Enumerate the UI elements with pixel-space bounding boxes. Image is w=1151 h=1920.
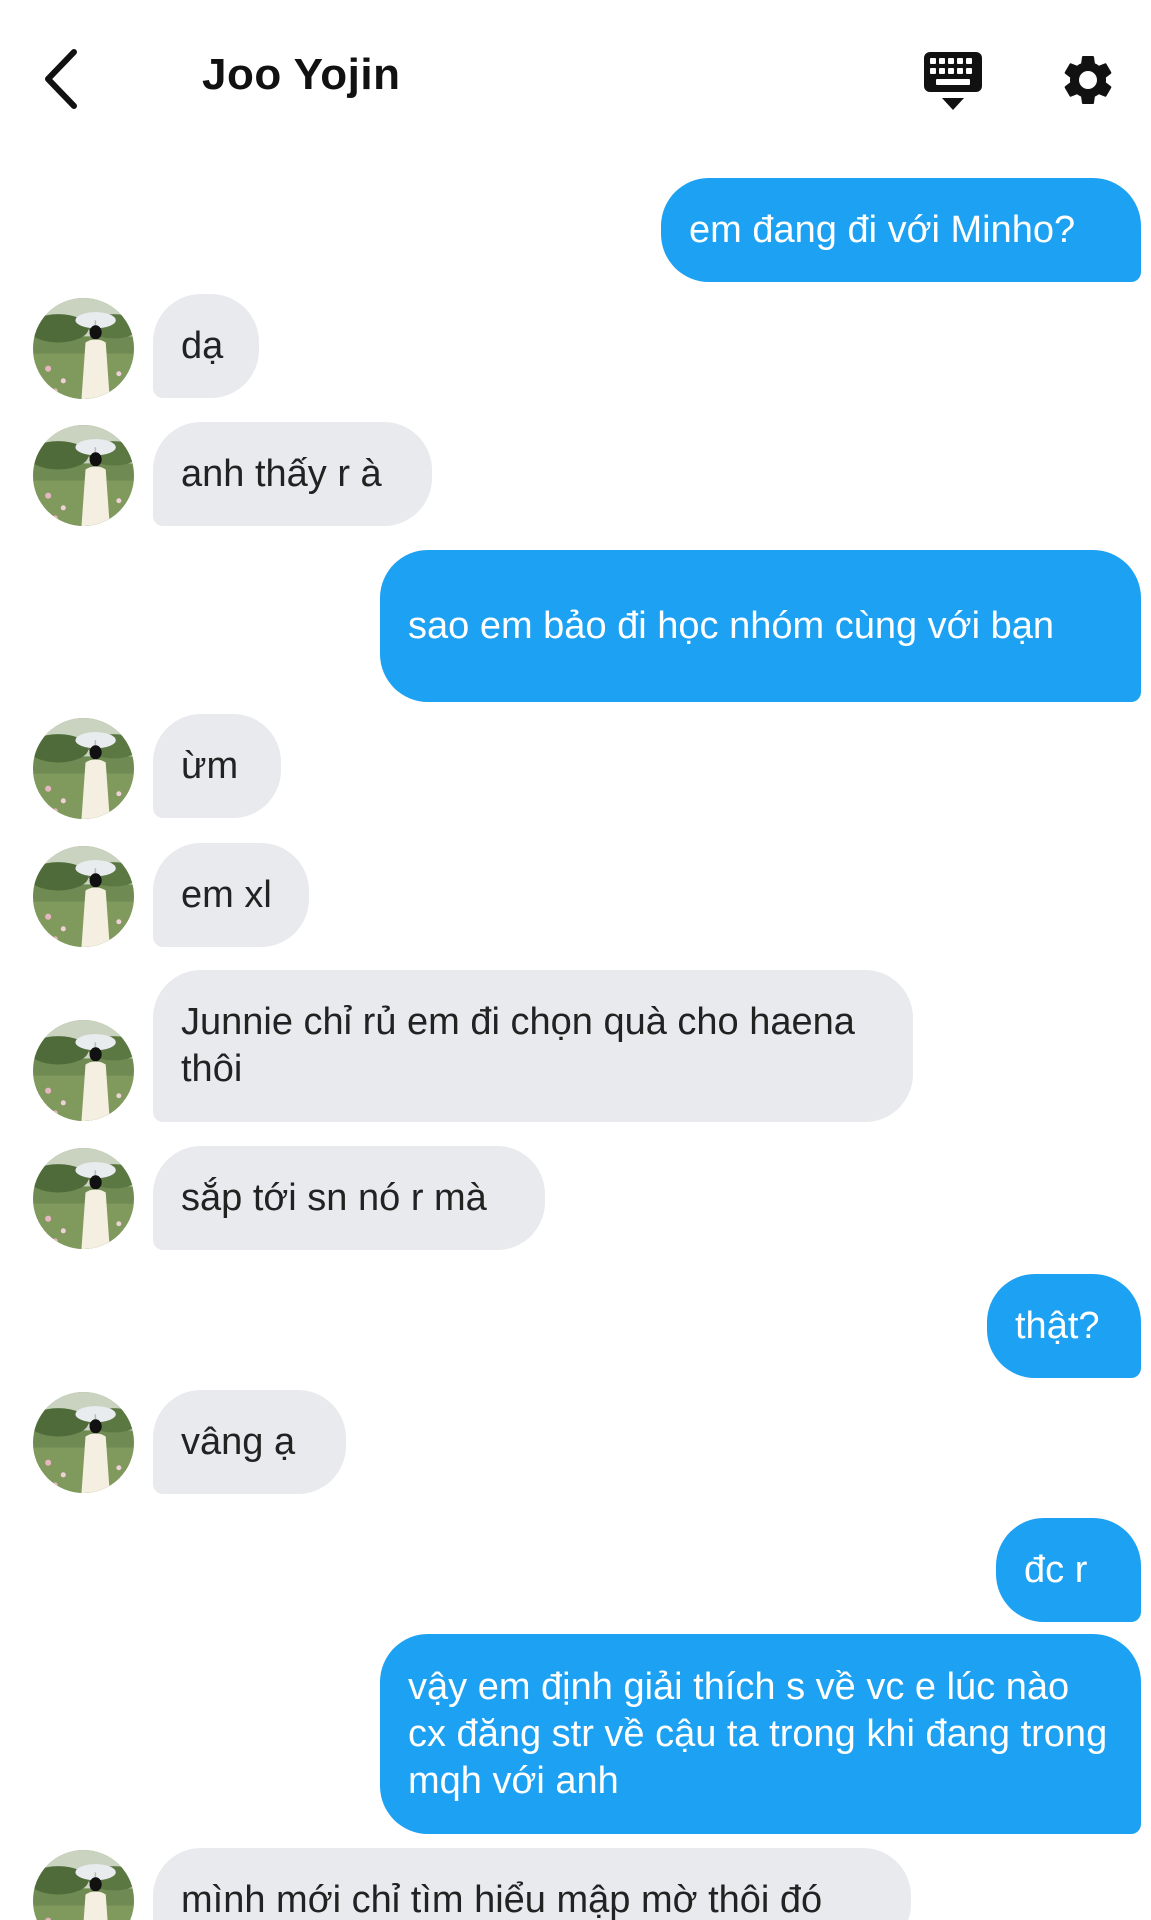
message-text: Junnie chỉ rủ em đi chọn quà cho haena t…: [181, 1001, 855, 1090]
avatar[interactable]: [33, 1850, 134, 1920]
avatar-image: [33, 1392, 134, 1493]
message-text: vậy em định giải thích s về vc e lúc nào…: [408, 1665, 1108, 1802]
message-text: anh thấy r à: [181, 452, 382, 495]
avatar-image: [33, 1850, 134, 1920]
chevron-left-icon: [45, 49, 77, 109]
avatar-image: [33, 1020, 134, 1121]
message-text: mình mới chỉ tìm hiểu mập mờ thôi đó: [181, 1878, 823, 1920]
message-text: em đang đi với Minho?: [689, 208, 1076, 251]
avatar[interactable]: [33, 298, 134, 399]
outgoing-message[interactable]: đc r: [996, 1518, 1141, 1622]
outgoing-message[interactable]: thật?: [987, 1274, 1141, 1378]
chat-header: Joo Yojin: [0, 0, 1151, 160]
avatar-image: [33, 1148, 134, 1249]
contact-name: Joo Yojin: [202, 50, 401, 99]
outgoing-message[interactable]: vậy em định giải thích s về vc e lúc nào…: [380, 1634, 1141, 1834]
outgoing-message[interactable]: sao em bảo đi học nhóm cùng với bạn: [380, 550, 1141, 702]
avatar[interactable]: [33, 846, 134, 947]
back-button[interactable]: [38, 44, 88, 114]
message-text: sao em bảo đi học nhóm cùng với bạn: [408, 604, 1054, 647]
incoming-message[interactable]: dạ: [153, 294, 259, 398]
message-text: đc r: [1024, 1548, 1088, 1591]
incoming-message[interactable]: em xl: [153, 843, 309, 947]
avatar[interactable]: [33, 1392, 134, 1493]
message-text: dạ: [181, 324, 224, 367]
incoming-message[interactable]: mình mới chỉ tìm hiểu mập mờ thôi đó: [153, 1848, 911, 1920]
incoming-message[interactable]: sắp tới sn nó r mà: [153, 1146, 545, 1250]
message-text: thật?: [1015, 1304, 1100, 1347]
message-text: vâng ạ: [181, 1420, 296, 1463]
incoming-message[interactable]: anh thấy r à: [153, 422, 432, 526]
avatar[interactable]: [33, 425, 134, 526]
avatar-image: [33, 425, 134, 526]
message-text: ừm: [181, 744, 239, 787]
avatar-image: [33, 298, 134, 399]
avatar[interactable]: [33, 1148, 134, 1249]
message-text: em xl: [181, 873, 272, 916]
avatar-image: [33, 718, 134, 819]
keyboard-icon: [924, 52, 982, 110]
avatar[interactable]: [33, 1020, 134, 1121]
gear-icon: [1064, 55, 1112, 104]
incoming-message[interactable]: vâng ạ: [153, 1390, 346, 1494]
incoming-message[interactable]: Junnie chỉ rủ em đi chọn quà cho haena t…: [153, 970, 913, 1122]
settings-button[interactable]: [1058, 50, 1118, 110]
incoming-message[interactable]: ừm: [153, 714, 281, 818]
avatar[interactable]: [33, 718, 134, 819]
outgoing-message[interactable]: em đang đi với Minho?: [661, 178, 1141, 282]
keyboard-button[interactable]: [922, 48, 984, 112]
avatar-image: [33, 846, 134, 947]
message-text: sắp tới sn nó r mà: [181, 1176, 487, 1219]
